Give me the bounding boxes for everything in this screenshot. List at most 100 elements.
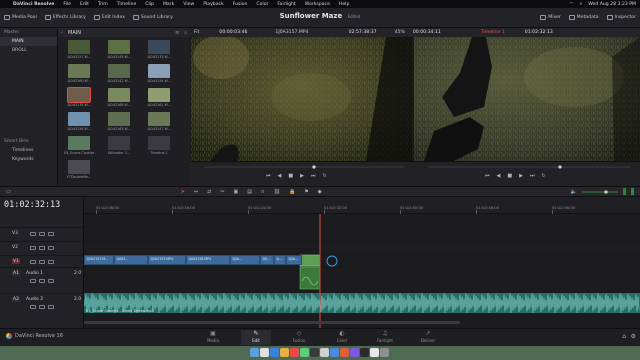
menu-item-file[interactable]: File bbox=[63, 2, 71, 7]
menu-item-fusion[interactable]: Fusion bbox=[233, 2, 248, 7]
snapping-icon[interactable]: ∩ bbox=[261, 189, 265, 195]
position-lock-icon[interactable]: 🔒 bbox=[289, 189, 295, 195]
marker-icon[interactable]: ◆ bbox=[318, 189, 322, 195]
track-header-v3[interactable]: V3 bbox=[0, 227, 84, 241]
photos-icon[interactable] bbox=[320, 348, 329, 357]
monitor-icon[interactable] bbox=[39, 246, 45, 250]
page-tab-media[interactable]: ▣ Media bbox=[198, 330, 228, 345]
eye-icon[interactable] bbox=[48, 260, 54, 264]
clip-thumbnail[interactable] bbox=[108, 40, 130, 54]
timeline-play-icon[interactable]: ▶ bbox=[519, 173, 523, 179]
clip-thumbnail[interactable] bbox=[148, 40, 170, 54]
monitor-icon[interactable] bbox=[39, 260, 45, 264]
metadata-button[interactable]: Metadata bbox=[565, 8, 603, 28]
clip-thumbnail[interactable] bbox=[148, 64, 170, 78]
linked-selection-icon[interactable]: ⛓ bbox=[274, 189, 280, 195]
lock-icon[interactable] bbox=[30, 260, 36, 264]
volume-slider[interactable] bbox=[582, 189, 618, 194]
menu-clock[interactable]: Wed Aug 28 3:23 PM bbox=[588, 2, 636, 7]
menu-item-view[interactable]: View bbox=[183, 2, 194, 7]
smart-bin-keywords[interactable]: Keywords bbox=[0, 155, 57, 164]
source-clip-name[interactable]: 1J0A3157.MP4 bbox=[275, 30, 308, 35]
edit-index-button[interactable]: Edit Index bbox=[90, 8, 129, 28]
clip-thumbnail[interactable] bbox=[108, 136, 130, 150]
zoom-dropdown[interactable]: 45% bbox=[395, 30, 405, 35]
menu-item-trim[interactable]: Trim bbox=[98, 2, 108, 7]
lock-icon[interactable] bbox=[30, 279, 36, 283]
menu-app-name[interactable]: DaVinci Resolve bbox=[13, 2, 54, 7]
timeline-name-dropdown[interactable]: Timeline 1 bbox=[481, 30, 505, 35]
safari-icon[interactable] bbox=[270, 348, 279, 357]
home-icon[interactable]: ⌂ bbox=[622, 333, 626, 340]
inspector-button[interactable]: Inspector bbox=[603, 8, 640, 28]
calendar-icon[interactable] bbox=[290, 348, 299, 357]
search-pool-icon[interactable]: ⌕ bbox=[184, 30, 187, 36]
monitor-icon[interactable] bbox=[39, 279, 45, 283]
finder-icon[interactable] bbox=[250, 348, 259, 357]
lock-icon[interactable] bbox=[30, 305, 36, 309]
mail-icon[interactable] bbox=[330, 348, 339, 357]
master-bin-header[interactable]: Master bbox=[0, 28, 57, 37]
menu-item-workspace[interactable]: Workspace bbox=[305, 2, 330, 7]
loop-icon[interactable]: ↻ bbox=[322, 173, 326, 179]
clip-thumbnail[interactable] bbox=[67, 87, 91, 103]
launchpad-icon[interactable] bbox=[260, 348, 269, 357]
overwrite-clip-icon[interactable]: ▤ bbox=[247, 189, 252, 195]
selection-tool-icon[interactable]: ➤ bbox=[181, 189, 185, 195]
clip-thumbnail[interactable] bbox=[148, 136, 170, 150]
clip-thumbnail[interactable] bbox=[108, 112, 130, 126]
insert-clip-icon[interactable]: ▣ bbox=[234, 189, 239, 195]
podcasts-icon[interactable] bbox=[350, 348, 359, 357]
menu-item-help[interactable]: Help bbox=[339, 2, 349, 7]
track-header-v2[interactable]: V2 bbox=[0, 241, 84, 255]
clip-thumbnail[interactable] bbox=[108, 88, 130, 102]
eye-icon[interactable] bbox=[48, 279, 54, 283]
bin-broll[interactable]: BROLL bbox=[0, 46, 57, 55]
menu-item-fairlight[interactable]: Fairlight bbox=[277, 2, 295, 7]
dynamic-trim-icon[interactable]: ⇄ bbox=[207, 189, 211, 195]
clip-thumbnail[interactable] bbox=[68, 136, 90, 150]
eye-icon[interactable] bbox=[48, 246, 54, 250]
video-clip[interactable]: 1J0... bbox=[260, 255, 274, 265]
timeline-stop-icon[interactable]: ■ bbox=[507, 173, 512, 179]
timeline-timecode[interactable]: 01:02:32:13 bbox=[4, 200, 60, 210]
menu-item-clip[interactable]: Clip bbox=[145, 2, 154, 7]
timeline-view-options-icon[interactable]: ▭ bbox=[6, 189, 11, 195]
video-clip[interactable]: 1J0A3158.MP4 bbox=[186, 255, 230, 265]
terminal-icon[interactable] bbox=[360, 348, 369, 357]
timeline-viewer[interactable] bbox=[414, 37, 640, 161]
page-tab-deliver[interactable]: ↗ Deliver bbox=[413, 330, 443, 345]
stop-icon[interactable]: ■ bbox=[288, 173, 293, 179]
menu-item-playback[interactable]: Playback bbox=[203, 2, 224, 7]
video-clip[interactable]: 1J0A3... bbox=[114, 255, 148, 265]
video-clip[interactable]: 1J0A3157.M... bbox=[84, 255, 114, 265]
notes-icon[interactable] bbox=[280, 348, 289, 357]
search-icon[interactable]: ⌕ bbox=[580, 1, 583, 7]
chevron-left-icon[interactable]: ‹ bbox=[61, 30, 63, 36]
track-header-a2[interactable]: A2 Audio 2 2.0 bbox=[0, 293, 84, 319]
timeline-loop-icon[interactable]: ↻ bbox=[541, 173, 545, 179]
clip-thumbnail[interactable] bbox=[108, 64, 130, 78]
bin-main[interactable]: MAIN bbox=[0, 37, 57, 46]
menu-item-color[interactable]: Color bbox=[256, 2, 268, 7]
video-clip[interactable]: 1J0A... bbox=[230, 255, 260, 265]
page-tab-fusion[interactable]: ◇ Fusion bbox=[284, 330, 314, 345]
sound-library-button[interactable]: Sound Library bbox=[129, 8, 177, 28]
mixer-button[interactable]: Mixer bbox=[536, 8, 565, 28]
skip-end-icon[interactable]: ⏭ bbox=[311, 173, 316, 179]
eye-icon[interactable] bbox=[48, 232, 54, 236]
lock-icon[interactable] bbox=[30, 232, 36, 236]
settings-icon[interactable]: ⚙ bbox=[631, 333, 636, 340]
menu-item-timeline[interactable]: Timeline bbox=[117, 2, 137, 7]
page-tab-edit[interactable]: ✎ Edit bbox=[241, 330, 271, 345]
page-tab-color[interactable]: ◐ Color bbox=[327, 330, 357, 345]
clip-thumbnail[interactable] bbox=[148, 88, 170, 102]
clip-thumbnail[interactable] bbox=[68, 160, 90, 174]
video-clip[interactable]: 1J0A... bbox=[286, 255, 302, 265]
clip-thumbnail[interactable] bbox=[68, 40, 90, 54]
menu-item-edit[interactable]: Edit bbox=[80, 2, 89, 7]
list-view-icon[interactable]: ≡ bbox=[175, 30, 179, 36]
monitor-icon[interactable] bbox=[39, 232, 45, 236]
effects-library-button[interactable]: Effects Library bbox=[41, 8, 90, 28]
smart-bin-timelines[interactable]: Timelines bbox=[0, 146, 57, 155]
